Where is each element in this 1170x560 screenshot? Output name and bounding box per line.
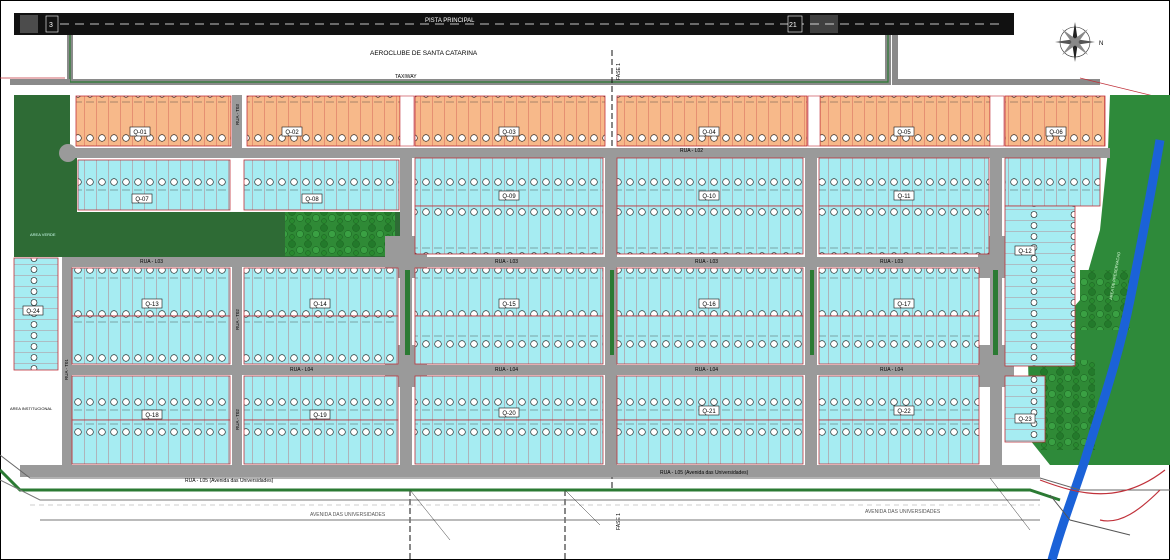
block-label-text: Q-22 <box>897 409 911 415</box>
block-label-q-10[interactable]: Q-10 <box>698 190 720 201</box>
street-label-t02-b: RUA - T02 <box>235 409 240 430</box>
block-label-q-08[interactable]: Q-08 <box>301 193 323 204</box>
block-label-q-22[interactable]: Q-22 <box>893 405 915 416</box>
block-label-text: Q-08 <box>305 197 319 203</box>
institutional-area-3 <box>989 95 1005 147</box>
institutional-area-label: AREA INSTITUCIONAL <box>10 406 53 411</box>
block-label-text: Q-23 <box>1018 417 1032 423</box>
block-label-q-05[interactable]: Q-05 <box>893 126 915 137</box>
block-label-q-13[interactable]: Q-13 <box>141 298 163 309</box>
street-label-t01: RUA - T01 <box>64 359 69 380</box>
block-label-q-01[interactable]: Q-01 <box>129 126 151 137</box>
runway-label: PISTA PRINCIPAL <box>425 18 475 24</box>
block-label-text: Q-02 <box>285 130 299 136</box>
phase-label-top: FASE 1 <box>616 63 622 80</box>
street-label-l04-b: RUA - L04 <box>495 367 518 373</box>
block-label-text: Q-21 <box>702 409 716 415</box>
block-label-q-16[interactable]: Q-16 <box>698 298 720 309</box>
street-label-l05-a: RUA - L05 (Avenida das Universidades) <box>185 478 274 484</box>
street-label-l05-b: RUA - L05 (Avenida das Universidades) <box>660 470 749 476</box>
block-label-text: Q-20 <box>502 411 516 417</box>
block-label-text: Q-14 <box>313 302 327 308</box>
block-label-q-24[interactable]: Q-24 <box>22 305 44 316</box>
orange-lot-row <box>75 95 1106 147</box>
street-label-l04-d: RUA - L04 <box>880 367 903 373</box>
block-label-q-15[interactable]: Q-15 <box>498 298 520 309</box>
institutional-area-2 <box>807 95 821 147</box>
block-label-q-06[interactable]: Q-06 <box>1045 126 1067 137</box>
block-label-text: Q-07 <box>135 197 149 203</box>
block-label-text: Q-15 <box>502 302 516 308</box>
tree-cluster-icon <box>285 212 395 256</box>
block-label-q-19[interactable]: Q-19 <box>309 409 331 420</box>
street-label-t02: RUA - T02 <box>235 309 240 330</box>
block-label-q-02[interactable]: Q-02 <box>281 126 303 137</box>
block-label-q-12[interactable]: Q-12 <box>1014 245 1036 256</box>
taxiway-label: TAXIWAY <box>395 74 417 80</box>
street-label-t03: RUA - T03 <box>235 104 240 125</box>
block-label-text: Q-16 <box>702 302 716 308</box>
block-label-q-18[interactable]: Q-18 <box>141 409 163 420</box>
block-label-text: Q-04 <box>702 130 716 136</box>
block-label-q-11[interactable]: Q-11 <box>893 190 915 201</box>
block-label-text: Q-11 <box>898 194 912 200</box>
block-label-text: Q-10 <box>702 194 716 200</box>
block-label-q-04[interactable]: Q-04 <box>698 126 720 137</box>
avenue-label-right: AVENIDA DAS UNIVERSIDADES <box>865 509 941 515</box>
phase-label-bottom: FASE 1 <box>616 513 622 530</box>
runway-number-right: 21 <box>789 22 797 29</box>
block-label-text: Q-03 <box>502 130 516 136</box>
svg-text:N: N <box>1099 41 1103 47</box>
block-label-text: Q-24 <box>26 309 40 315</box>
block-label-q-09[interactable]: Q-09 <box>498 190 520 201</box>
block-label-q-14[interactable]: Q-14 <box>309 298 331 309</box>
block-label-text: Q-05 <box>897 130 911 136</box>
street-label-l03-b: RUA - L03 <box>495 259 518 265</box>
street-label-l04-a: RUA - L04 <box>290 367 313 373</box>
street-label-l04-c: RUA - L04 <box>695 367 718 373</box>
block-label-q-23[interactable]: Q-23 <box>1014 413 1036 424</box>
green-area-left-label: AREA VERDE <box>30 232 56 237</box>
block-label-q-07[interactable]: Q-07 <box>131 193 153 204</box>
block-label-text: Q-01 <box>133 130 147 136</box>
block-label-text: Q-06 <box>1049 130 1063 136</box>
institutional-area-1 <box>399 95 415 147</box>
block-label-q-17[interactable]: Q-17 <box>893 298 915 309</box>
block-label-q-21[interactable]: Q-21 <box>698 405 720 416</box>
aeroclub-label: AEROCLUBE DE SANTA CATARINA <box>370 50 478 57</box>
block-label-q-20[interactable]: Q-20 <box>498 407 520 418</box>
block-label-text: Q-09 <box>502 194 516 200</box>
runway <box>14 13 1014 35</box>
street-label-l03-a: RUA - L03 <box>140 259 163 265</box>
block-label-text: Q-18 <box>145 413 159 419</box>
avenue-label-left: AVENIDA DAS UNIVERSIDADES <box>310 512 386 518</box>
tree-cluster-right-icon <box>1040 360 1095 450</box>
urban-plan-map: PISTA PRINCIPAL 3 21 AEROCLUBE DE SANTA … <box>0 0 1170 560</box>
runway-number-left: 3 <box>49 22 53 29</box>
street-label-l03-c: RUA - L03 <box>695 259 718 265</box>
block-label-text: Q-12 <box>1018 249 1032 255</box>
block-label-text: Q-13 <box>145 302 159 308</box>
site-plan: PISTA PRINCIPAL 3 21 AEROCLUBE DE SANTA … <box>0 0 1170 560</box>
blue-lot-blocks <box>13 157 1101 465</box>
street-label-l03-d: RUA - L03 <box>880 259 903 265</box>
block-label-q-03[interactable]: Q-03 <box>498 126 520 137</box>
block-label-text: Q-17 <box>897 302 911 308</box>
street-label-l02: RUA - L02 <box>680 148 703 154</box>
block-label-text: Q-19 <box>313 413 327 419</box>
